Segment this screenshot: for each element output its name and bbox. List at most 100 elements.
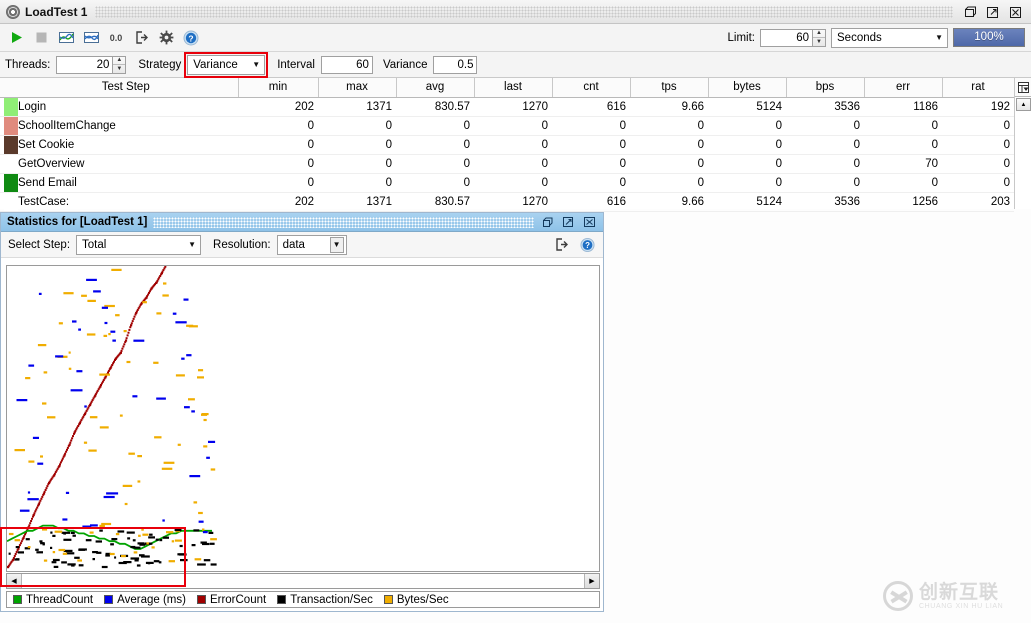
- resolution-value: data: [282, 238, 305, 251]
- threads-spin-down[interactable]: ▼: [113, 65, 125, 73]
- test-steps-table: Test Step min max avg last cnt tps bytes…: [0, 78, 1031, 212]
- column-selector-icon[interactable]: [1015, 78, 1031, 97]
- column-header-avg[interactable]: avg: [396, 78, 475, 98]
- help-icon[interactable]: ?: [580, 237, 595, 252]
- limit-unit-select[interactable]: Seconds ▼: [831, 27, 948, 48]
- legend-item: Bytes/Sec: [383, 594, 449, 606]
- interval-input[interactable]: [320, 55, 373, 74]
- threads-stepper[interactable]: ▲ ▼: [56, 55, 127, 74]
- close-panel-button[interactable]: [582, 215, 597, 229]
- maximize-panel-button[interactable]: [561, 215, 576, 229]
- watermark-text: 创新互联 CHUANG XIN HU LIAN: [919, 582, 1003, 610]
- cell-last: 0: [474, 173, 552, 193]
- variance-input[interactable]: [433, 55, 478, 74]
- table-row[interactable]: Send Email 0 0 0 0 0 0 0 0 0 0: [0, 173, 1014, 193]
- cell-rat: 203: [942, 191, 1014, 212]
- column-header-bps[interactable]: bps: [786, 78, 865, 98]
- limit-spin-up[interactable]: ▲: [813, 30, 825, 38]
- table-row[interactable]: TestCase: 202 1371 830.57 1270 616 9.66 5124 353…: [0, 191, 1014, 212]
- chart-horizontal-scrollbar[interactable]: ◀ ▶: [6, 573, 600, 589]
- cell-bps: 0: [786, 116, 864, 136]
- cell-bytes: 0: [708, 173, 786, 193]
- legend-item: ThreadCount: [13, 594, 93, 606]
- strategy-select[interactable]: Variance ▼: [184, 51, 269, 78]
- table-row[interactable]: Login 202 1371 830.57 1270 616 9.66 5124 3536 118…: [0, 97, 1014, 117]
- cell-avg: 0: [396, 173, 474, 193]
- legend-swatch-icon: [196, 595, 206, 604]
- cell-rat: 192: [942, 97, 1014, 117]
- row-color-swatch: [0, 154, 18, 174]
- cell-err: 70: [864, 154, 942, 174]
- export-statistics-icon[interactable]: [554, 238, 569, 252]
- limit-stepper[interactable]: ▲ ▼: [760, 28, 826, 47]
- chart-canvas: [7, 266, 217, 569]
- watermark-logo-icon: [883, 581, 913, 611]
- table-row[interactable]: GetOverview 0 0 0 0 0 0 0 0 70 0: [0, 154, 1014, 174]
- scroll-right-icon[interactable]: ▶: [584, 574, 599, 588]
- reset-statistics-button[interactable]: 0.0: [105, 27, 127, 49]
- cell-max: 1371: [318, 191, 396, 212]
- limit-label: Limit:: [727, 31, 755, 44]
- cell-bps: 0: [786, 173, 864, 193]
- column-header-test-step[interactable]: Test Step: [14, 78, 239, 98]
- resolution-label: Resolution:: [213, 238, 271, 251]
- statistics-chart[interactable]: [6, 265, 600, 572]
- cell-avg: 0: [396, 116, 474, 136]
- limit-spin-down[interactable]: ▼: [813, 38, 825, 46]
- column-header-err[interactable]: err: [864, 78, 943, 98]
- main-toolbar: 0.0 ? Limit: 60 ▲ ▼ Seconds ▼ 100%: [0, 24, 1031, 52]
- column-header-min[interactable]: min: [238, 78, 319, 98]
- column-header-max[interactable]: max: [318, 78, 397, 98]
- threads-spin-up[interactable]: ▲: [113, 57, 126, 65]
- cell-err: 0: [864, 173, 942, 193]
- legend-swatch-icon: [277, 595, 287, 604]
- row-color-swatch: [0, 116, 18, 136]
- threads-input[interactable]: [56, 55, 113, 74]
- cell-test-step: SchoolItemChange: [14, 116, 238, 136]
- cell-err: 1186: [864, 97, 942, 117]
- statistics-panel-buttons: [540, 215, 597, 229]
- chevron-down-icon: ▼: [188, 240, 197, 249]
- chevron-down-icon: ▼: [935, 33, 943, 42]
- loadtest-window: LoadTest 1 0.0 ? Limit: 60 ▲ ▼ Seconds ▼…: [0, 0, 1031, 623]
- column-header-rat[interactable]: rat: [942, 78, 1015, 98]
- select-step-dropdown[interactable]: Total ▼: [76, 234, 202, 255]
- cell-cnt: 616: [552, 191, 630, 212]
- scroll-up-icon[interactable]: ▲: [1016, 98, 1031, 111]
- statistics-history-button[interactable]: [80, 27, 102, 49]
- limit-spin-buttons[interactable]: ▲ ▼: [812, 28, 826, 47]
- cell-bps: 0: [786, 135, 864, 155]
- statistics-grid: Test Step min max avg last cnt tps bytes…: [0, 78, 1015, 212]
- close-button[interactable]: [1007, 4, 1024, 20]
- select-step-value: Total: [82, 238, 107, 251]
- cell-rat: 0: [942, 173, 1014, 193]
- cell-last: 0: [474, 154, 552, 174]
- stop-button[interactable]: [30, 27, 52, 49]
- restore-panel-button[interactable]: [540, 215, 555, 229]
- cell-err: 0: [864, 135, 942, 155]
- table-row[interactable]: Set Cookie 0 0 0 0 0 0 0 0 0 0: [0, 135, 1014, 155]
- cell-min: 0: [238, 154, 318, 174]
- gear-icon[interactable]: [155, 27, 177, 49]
- maximize-button[interactable]: [984, 4, 1001, 20]
- legend-swatch-icon: [13, 595, 22, 604]
- cell-cnt: 0: [552, 154, 630, 174]
- column-header-tps[interactable]: tps: [630, 78, 709, 98]
- resolution-dropdown[interactable]: data ▼: [276, 234, 347, 255]
- scrollbar-track[interactable]: [22, 574, 584, 588]
- run-button[interactable]: [5, 27, 27, 49]
- table-row[interactable]: SchoolItemChange 0 0 0 0 0 0 0 0 0 0: [0, 116, 1014, 136]
- limit-input[interactable]: [760, 28, 812, 47]
- column-header-cnt[interactable]: cnt: [552, 78, 631, 98]
- column-header-bytes[interactable]: bytes: [708, 78, 787, 98]
- grid-side-controls: ▲: [1014, 78, 1031, 209]
- help-icon[interactable]: ?: [180, 27, 202, 49]
- threads-spin-buttons[interactable]: ▲ ▼: [112, 55, 127, 74]
- cell-avg: 830.57: [396, 191, 474, 212]
- scroll-left-icon[interactable]: ◀: [7, 574, 22, 588]
- restore-button[interactable]: [961, 4, 978, 20]
- legend-swatch-icon: [104, 595, 114, 604]
- statistics-button[interactable]: [55, 27, 77, 49]
- export-icon[interactable]: [130, 27, 152, 49]
- column-header-last[interactable]: last: [474, 78, 553, 98]
